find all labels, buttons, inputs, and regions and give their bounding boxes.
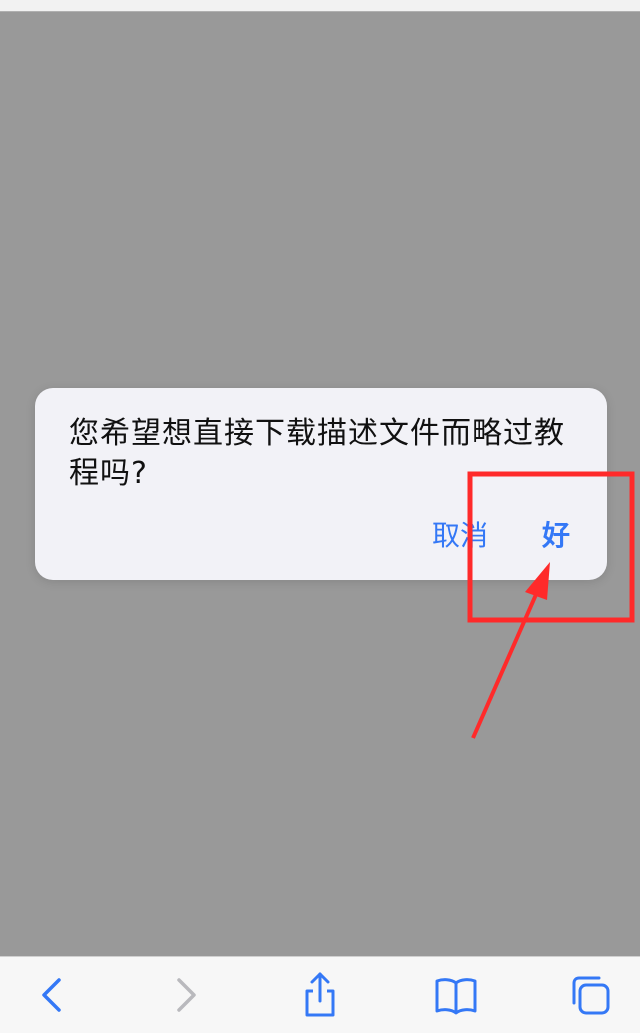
- ok-button[interactable]: 好: [542, 518, 570, 554]
- chevron-left-icon: [42, 978, 61, 1012]
- browser-toolbar: [0, 956, 640, 1033]
- cancel-button[interactable]: 取消: [432, 518, 488, 554]
- tabs-icon: [572, 976, 610, 1015]
- bookmarks-button[interactable]: [432, 971, 480, 1019]
- share-icon: [305, 972, 335, 1017]
- back-button[interactable]: [28, 971, 76, 1019]
- alert-dialog: 您希望想直接下载描述文件而略过教程吗? 取消 好: [35, 388, 607, 580]
- share-button[interactable]: [296, 971, 344, 1019]
- top-bar-edge: [0, 0, 640, 12]
- chevron-right-icon: [177, 978, 196, 1012]
- bookmarks-icon: [435, 978, 477, 1015]
- alert-message: 您希望想直接下载描述文件而略过教程吗?: [69, 416, 565, 491]
- forward-button[interactable]: [162, 971, 210, 1019]
- tabs-button[interactable]: [566, 971, 614, 1019]
